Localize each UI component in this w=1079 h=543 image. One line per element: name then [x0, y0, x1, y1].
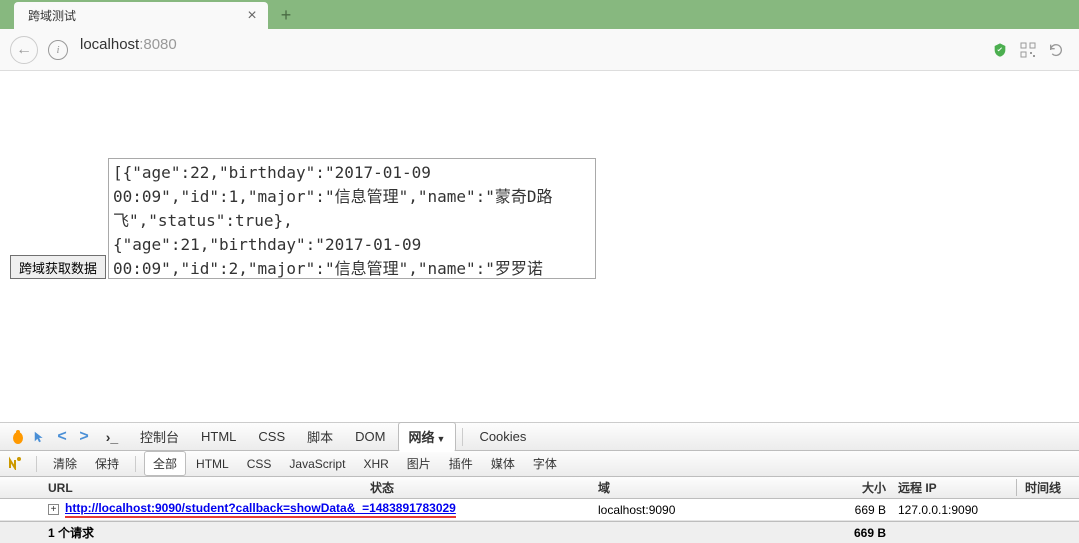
nav-forward-icon[interactable]: >	[74, 427, 94, 447]
col-domain[interactable]: 域	[598, 479, 826, 496]
network-request-row[interactable]: + http://localhost:9090/student?callback…	[0, 499, 1079, 521]
request-url-cell: + http://localhost:9090/student?callback…	[0, 501, 598, 518]
chevron-down-icon: ▼	[437, 434, 446, 444]
xhr-icon[interactable]	[8, 456, 24, 472]
url-bar[interactable]: localhost:8080	[74, 36, 985, 64]
tab-console[interactable]: 控制台	[130, 423, 189, 450]
col-size[interactable]: 大小	[826, 479, 898, 496]
firebug-icon[interactable]	[8, 427, 28, 447]
col-status[interactable]: 状态	[370, 479, 598, 496]
summary-size: 669 B	[826, 526, 898, 540]
grid-summary: 1 个请求 669 B	[0, 521, 1079, 543]
tab-dom[interactable]: DOM	[345, 425, 395, 448]
request-url-link[interactable]: http://localhost:9090/student?callback=s…	[65, 501, 456, 518]
filter-js[interactable]: JavaScript	[281, 454, 353, 474]
devtools-tabs: < > ›_ 控制台 HTML CSS 脚本 DOM 网络▼ Cookies	[0, 423, 1079, 451]
separator	[36, 456, 37, 472]
url-host: localhost	[80, 36, 139, 53]
shield-icon[interactable]	[991, 41, 1009, 59]
qr-icon[interactable]	[1019, 41, 1037, 59]
filter-plugins[interactable]: 插件	[441, 452, 481, 475]
col-timeline[interactable]: 时间线	[1016, 479, 1079, 496]
tab-network-label: 网络	[409, 430, 435, 445]
devtools-subtabs: 清除 保持 全部 HTML CSS JavaScript XHR 图片 插件 媒…	[0, 451, 1079, 477]
tab-html[interactable]: HTML	[191, 425, 246, 448]
tab-css[interactable]: CSS	[248, 425, 295, 448]
devtools-panel: < > ›_ 控制台 HTML CSS 脚本 DOM 网络▼ Cookies 清…	[0, 422, 1079, 543]
new-tab-button[interactable]: +	[274, 5, 298, 25]
page-content: 跨域获取数据	[0, 71, 1079, 351]
persist-button[interactable]: 保持	[87, 452, 127, 475]
nav-back-icon[interactable]: <	[52, 427, 72, 447]
separator	[462, 428, 463, 446]
clear-button[interactable]: 清除	[45, 452, 85, 475]
request-remote-ip: 127.0.0.1:9090	[898, 503, 1016, 517]
filter-html[interactable]: HTML	[188, 454, 237, 474]
filter-xhr[interactable]: XHR	[355, 454, 396, 474]
filter-fonts[interactable]: 字体	[525, 452, 565, 475]
col-remote-ip[interactable]: 远程 IP	[898, 479, 1016, 496]
expand-icon[interactable]: +	[48, 504, 59, 515]
filter-media[interactable]: 媒体	[483, 452, 523, 475]
summary-label: 1 个请求	[0, 524, 826, 541]
filter-css[interactable]: CSS	[239, 454, 280, 474]
info-icon[interactable]: i	[48, 40, 68, 60]
close-icon[interactable]: ×	[244, 8, 260, 24]
step-icon[interactable]: ›_	[102, 427, 122, 447]
browser-tab[interactable]: 跨域测试 ×	[14, 2, 268, 29]
back-button[interactable]: ←	[10, 36, 38, 64]
browser-tab-strip: 跨域测试 × +	[0, 0, 1079, 29]
grid-header: URL 状态 域 大小 远程 IP 时间线	[0, 477, 1079, 499]
tab-network[interactable]: 网络▼	[398, 422, 457, 452]
cors-fetch-button[interactable]: 跨域获取数据	[10, 255, 106, 279]
separator	[135, 456, 136, 472]
request-size: 669 B	[826, 503, 898, 517]
browser-nav-bar: ← i localhost:8080	[0, 29, 1079, 71]
tab-title: 跨域测试	[28, 7, 244, 24]
col-url[interactable]: URL	[0, 481, 370, 495]
filter-all[interactable]: 全部	[144, 451, 186, 476]
response-textarea[interactable]	[108, 158, 596, 279]
tab-script[interactable]: 脚本	[297, 423, 343, 450]
network-grid: URL 状态 域 大小 远程 IP 时间线 + http://localhost…	[0, 477, 1079, 543]
arrow-left-icon: ←	[16, 41, 32, 59]
filter-images[interactable]: 图片	[399, 452, 439, 475]
request-domain: localhost:9090	[598, 503, 826, 517]
nav-icons	[991, 41, 1065, 59]
inspect-icon[interactable]	[30, 427, 50, 447]
reload-icon[interactable]	[1047, 41, 1065, 59]
url-port: :8080	[139, 36, 177, 53]
tab-cookies[interactable]: Cookies	[469, 425, 536, 448]
